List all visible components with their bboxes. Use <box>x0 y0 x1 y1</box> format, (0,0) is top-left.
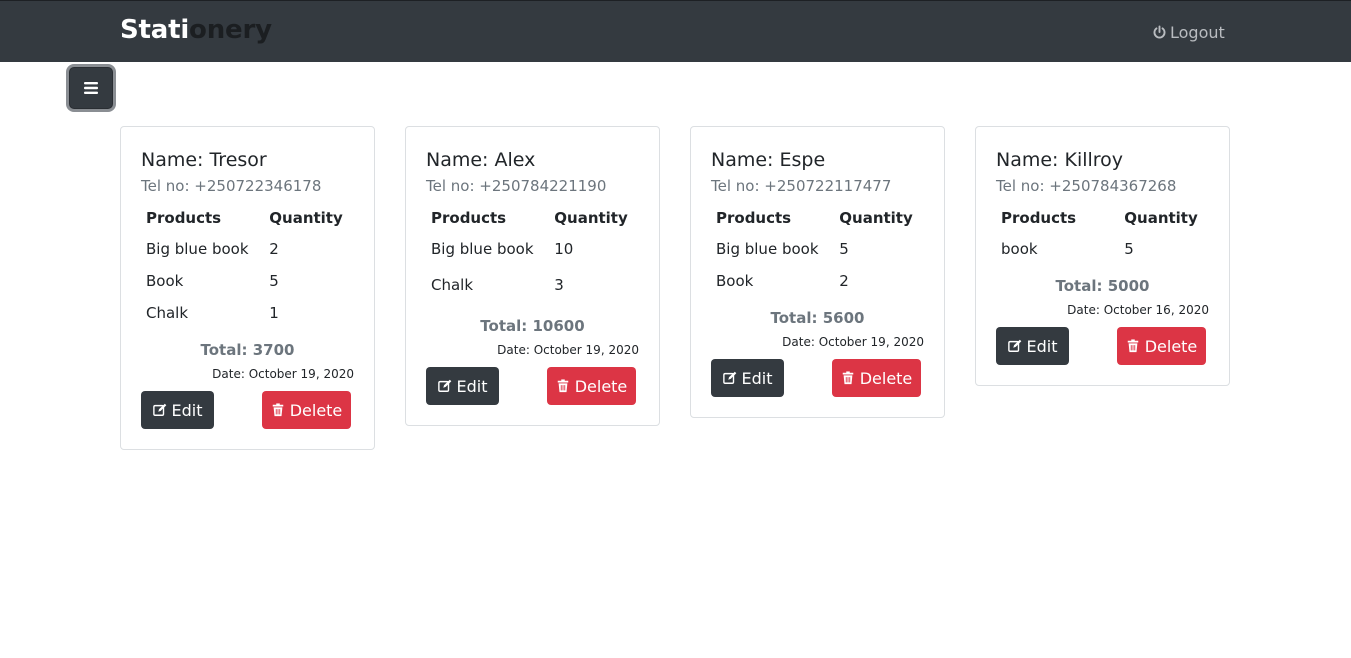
delete-label: Delete <box>289 400 343 420</box>
edit-icon <box>1007 339 1021 352</box>
order-total: Total: 5600 <box>770 309 865 327</box>
customer-tel: Tel no: +250722346178 <box>141 177 322 195</box>
products-table: Products Quantity book 5 <box>996 203 1209 265</box>
table-header-row: Products Quantity <box>426 203 639 233</box>
table-row: Book 2 <box>711 265 924 297</box>
edit-button[interactable]: Edit <box>426 367 499 405</box>
delete-button[interactable]: Delete <box>262 391 351 429</box>
table-row: Chalk 3 <box>426 265 639 305</box>
quantity-header: Quantity <box>839 209 913 227</box>
products-header: Products <box>431 209 507 227</box>
products-header: Products <box>146 209 222 227</box>
brand-logo[interactable]: Stationery <box>120 15 272 45</box>
card-actions: Edit Delete <box>711 359 924 397</box>
order-card: Name: Tresor Tel no: +250722346178 Produ… <box>120 126 375 450</box>
product-cell: Big blue book <box>146 240 249 258</box>
edit-button[interactable]: Edit <box>141 391 214 429</box>
sidebar-toggle-button[interactable] <box>69 67 113 109</box>
order-date: Date: October 16, 2020 <box>1067 303 1209 317</box>
delete-button[interactable]: Delete <box>547 367 636 405</box>
product-cell: Chalk <box>146 304 189 322</box>
quantity-cell: 5 <box>269 272 279 290</box>
edit-icon <box>152 403 166 416</box>
trash-icon <box>272 403 283 417</box>
customer-name: Name: Killroy <box>996 149 1124 171</box>
customer-name: Name: Tresor <box>141 149 267 171</box>
edit-icon <box>437 379 451 392</box>
delete-label: Delete <box>574 376 628 396</box>
card-actions: Edit Delete <box>426 367 639 405</box>
customer-name: Name: Espe <box>711 149 826 171</box>
customer-tel: Tel no: +250784367268 <box>996 177 1177 195</box>
delete-button[interactable]: Delete <box>832 359 921 397</box>
product-cell: Big blue book <box>431 240 534 258</box>
quantity-cell: 5 <box>1124 240 1134 258</box>
customer-tel: Tel no: +250722117477 <box>711 177 892 195</box>
delete-button[interactable]: Delete <box>1117 327 1206 365</box>
quantity-header: Quantity <box>269 209 343 227</box>
quantity-cell: 1 <box>269 304 279 322</box>
quantity-header: Quantity <box>554 209 628 227</box>
order-date: Date: October 19, 2020 <box>497 343 639 357</box>
trash-icon <box>1127 339 1138 353</box>
trash-icon <box>557 379 568 393</box>
products-table: Products Quantity Big blue book 2 Book 5… <box>141 203 354 329</box>
quantity-cell: 5 <box>839 240 849 258</box>
edit-button[interactable]: Edit <box>711 359 784 397</box>
edit-label: Edit <box>1026 336 1058 356</box>
quantity-cell: 3 <box>554 276 564 294</box>
table-header-row: Products Quantity <box>141 203 354 233</box>
products-header: Products <box>1001 209 1077 227</box>
table-row: Big blue book 10 <box>426 233 639 265</box>
quantity-cell: 2 <box>269 240 279 258</box>
card-actions: Edit Delete <box>996 327 1209 365</box>
customer-name: Name: Alex <box>426 149 536 171</box>
logout-label: Logout <box>1170 23 1225 42</box>
card-actions: Edit Delete <box>141 391 354 429</box>
brand-part1: Stati <box>120 15 190 45</box>
order-card: Name: Espe Tel no: +250722117477 Product… <box>690 126 945 418</box>
quantity-cell: 2 <box>839 272 849 290</box>
edit-label: Edit <box>741 368 773 388</box>
order-total: Total: 3700 <box>200 341 295 359</box>
order-date: Date: October 19, 2020 <box>212 367 354 381</box>
table-header-row: Products Quantity <box>711 203 924 233</box>
edit-icon <box>722 371 736 384</box>
product-cell: Big blue book <box>716 240 819 258</box>
delete-label: Delete <box>859 368 913 388</box>
table-row: Book 5 <box>141 265 354 297</box>
order-total: Total: 10600 <box>480 317 585 335</box>
quantity-cell: 10 <box>554 240 574 258</box>
products-table: Products Quantity Big blue book 10 Chalk… <box>426 203 639 305</box>
product-cell: Book <box>146 272 184 290</box>
customer-tel: Tel no: +250784221190 <box>426 177 607 195</box>
table-row: Big blue book 2 <box>141 233 354 265</box>
edit-label: Edit <box>456 376 488 396</box>
table-row: Chalk 1 <box>141 297 354 329</box>
table-header-row: Products Quantity <box>996 203 1209 233</box>
table-row: Big blue book 5 <box>711 233 924 265</box>
edit-button[interactable]: Edit <box>996 327 1069 365</box>
logout-link[interactable]: Logout <box>1152 23 1225 42</box>
product-cell: Book <box>716 272 754 290</box>
brand-part2: onery <box>189 15 272 45</box>
power-icon <box>1153 25 1166 39</box>
order-card: Name: Alex Tel no: +250784221190 Product… <box>405 126 660 426</box>
quantity-header: Quantity <box>1124 209 1198 227</box>
order-total: Total: 5000 <box>1055 277 1150 295</box>
products-header: Products <box>716 209 792 227</box>
edit-label: Edit <box>171 400 203 420</box>
navbar: Stationery Logout <box>0 0 1351 62</box>
hamburger-icon <box>84 82 98 94</box>
delete-label: Delete <box>1144 336 1198 356</box>
products-table: Products Quantity Big blue book 5 Book 2 <box>711 203 924 297</box>
order-card: Name: Killroy Tel no: +250784367268 Prod… <box>975 126 1230 386</box>
trash-icon <box>842 371 853 385</box>
product-cell: book <box>1001 240 1038 258</box>
order-date: Date: October 19, 2020 <box>782 335 924 349</box>
product-cell: Chalk <box>431 276 474 294</box>
table-row: book 5 <box>996 233 1209 265</box>
